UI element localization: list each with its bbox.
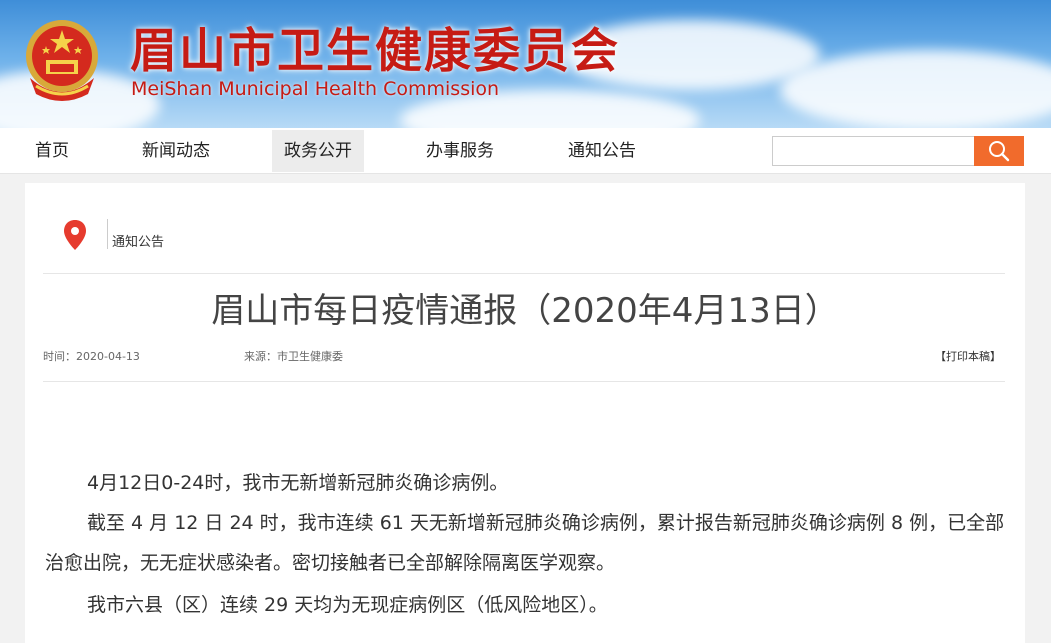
search-button[interactable] — [974, 136, 1024, 166]
print-link[interactable]: 【打印本稿】 — [935, 348, 1001, 364]
search-icon — [989, 141, 1010, 162]
main-nav: 首页 新闻动态 政务公开 办事服务 通知公告 — [0, 128, 1051, 174]
breadcrumb-link-notices[interactable]: 通知公告 — [112, 231, 164, 250]
national-emblem-icon — [22, 16, 102, 104]
site-title: 眉山市卫生健康委员会 — [130, 24, 620, 79]
nav-item-services[interactable]: 办事服务 — [414, 130, 506, 172]
nav-item-news[interactable]: 新闻动态 — [130, 130, 222, 172]
article-paragraph: 截至 4 月 12 日 24 时，我市连续 61 天无新增新冠肺炎确诊病例，累计… — [45, 512, 1005, 574]
divider — [43, 273, 1005, 274]
header-banner: 眉山市卫生健康委员会 MeiShan Municipal Health Comm… — [0, 0, 1051, 128]
article-panel: 通知公告 眉山市每日疫情通报（2020年4月13日） 时间：2020-04-13… — [25, 183, 1025, 643]
site-subtitle: MeiShan Municipal Health Commission — [131, 78, 500, 100]
article-title: 眉山市每日疫情通报（2020年4月13日） — [211, 291, 839, 331]
search-input[interactable] — [772, 136, 975, 166]
breadcrumb-divider — [107, 219, 108, 249]
nav-item-notices[interactable]: 通知公告 — [556, 130, 648, 172]
article-source: 来源：市卫生健康委 — [244, 350, 343, 363]
publish-time: 时间：2020-04-13 — [43, 350, 140, 363]
article-paragraph: 我市六县（区）连续 29 天均为无现症病例区（低风险地区）。 — [87, 594, 608, 616]
divider — [43, 381, 1005, 382]
nav-item-home[interactable]: 首页 — [18, 130, 86, 172]
cloud-decoration — [780, 50, 1051, 128]
nav-item-government-affairs[interactable]: 政务公开 — [272, 130, 364, 172]
location-pin-icon — [63, 219, 87, 251]
article-paragraph: 4月12日0-24时，我市无新增新冠肺炎确诊病例。 — [87, 472, 509, 494]
